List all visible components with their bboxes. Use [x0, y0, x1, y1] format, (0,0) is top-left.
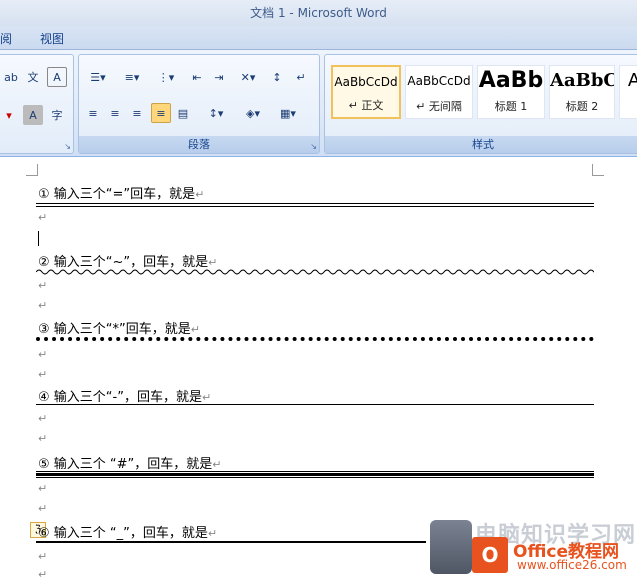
paragraph-mark: ↵: [38, 211, 48, 224]
align-center-icon[interactable]: ≡: [105, 103, 125, 123]
style-name: ↵ 正文: [348, 99, 384, 112]
paragraph-mark: ↵: [38, 550, 48, 563]
bullets-icon[interactable]: ☰▾: [83, 67, 113, 87]
paragraph-mark: ↵: [38, 299, 48, 312]
text-cursor: [38, 231, 39, 246]
watermark-url: www.office26.com: [517, 558, 627, 572]
clear-format-icon[interactable]: ab: [1, 67, 21, 87]
style-sample: AaBbC: [550, 70, 614, 91]
double-line-rule: [36, 203, 594, 207]
thin-line-rule: [36, 404, 594, 405]
character-border-icon[interactable]: A: [47, 67, 67, 87]
styles-group: AaBbCcDd ↵ 正文 AaBbCcDd ↵ 无间隔 AaBb 标题 1 A…: [324, 54, 637, 154]
line-text: ④ 输入三个“-”，回车，就是: [38, 390, 202, 405]
dotted-line-rule: [36, 337, 594, 341]
increase-indent-icon[interactable]: ⇥: [209, 67, 229, 87]
style-sample: A: [627, 70, 637, 91]
margin-corner-mark: [592, 164, 604, 176]
paragraph-group-label: 段落: [79, 136, 319, 153]
style-no-spacing[interactable]: AaBbCcDd ↵ 无间隔: [405, 65, 473, 119]
ribbon: ab 文 A ▾ A 字 ↘ ☰▾ ≡▾ ⋮▾ ⇤ ⇥ ✕▾ ↕ ↵ ≡ ≡ ≡…: [0, 50, 637, 157]
style-name: 标题 1: [494, 100, 528, 113]
style-normal[interactable]: AaBbCcDd ↵ 正文: [331, 65, 401, 119]
character-shading-icon[interactable]: A: [23, 105, 43, 125]
monitor-logo-icon: [430, 520, 472, 574]
site-watermark: 电脑知识学习网 O Office教程网 www.office26.com: [425, 517, 637, 581]
title-bar: 文档 1 - Microsoft Word: [0, 0, 637, 26]
thick-line-rule: [36, 541, 426, 543]
office-logo-icon: O: [472, 537, 508, 573]
sort-icon[interactable]: ↕: [267, 67, 287, 87]
styles-group-label: 样式: [325, 136, 637, 153]
line-text: ① 输入三个“=”回车，就是: [38, 187, 196, 202]
paragraph-mark: ↵: [190, 323, 200, 336]
multilevel-list-icon[interactable]: ⋮▾: [151, 67, 181, 87]
style-title[interactable]: A: [619, 65, 637, 119]
font-group: ab 文 A ▾ A 字 ↘: [0, 54, 74, 154]
paragraph-mark: ↵: [38, 568, 48, 581]
window-title: 文档 1 - Microsoft Word: [250, 6, 387, 20]
align-left-icon[interactable]: ≡: [83, 103, 103, 123]
paragraph-mark: ↵: [201, 391, 212, 404]
paragraph-mark: ↵: [38, 412, 48, 425]
align-right-icon[interactable]: ≡: [127, 103, 147, 123]
menu-view[interactable]: 视图: [40, 30, 64, 47]
margin-corner-mark: [26, 164, 38, 176]
enclose-characters-icon[interactable]: 字: [47, 105, 67, 125]
paragraph-mark: ↵: [212, 458, 222, 471]
font-color-icon[interactable]: ▾: [0, 105, 19, 125]
style-sample: AaBb: [478, 68, 544, 93]
style-heading-1[interactable]: AaBb 标题 1: [477, 65, 545, 119]
line-text: ③ 输入三个“*”回车，就是: [38, 322, 191, 337]
paragraph-mark: ↵: [207, 527, 218, 540]
document-line[interactable]: ④ 输入三个“-”，回车，就是↵: [38, 386, 211, 405]
paragraph-mark: ↵: [38, 502, 48, 515]
document-line[interactable]: ③ 输入三个“*”回车，就是↵: [38, 318, 200, 337]
justify-icon[interactable]: ≡: [151, 103, 171, 123]
phonetic-guide-icon[interactable]: 文: [23, 67, 43, 87]
line-text: ⑥ 输入三个 “_”，回车，就是: [38, 526, 208, 541]
paragraph-mark: ↵: [38, 279, 48, 292]
line-text: ⑤ 输入三个 “#”，回车，就是: [38, 457, 213, 472]
line-spacing-icon[interactable]: ↕▾: [201, 103, 231, 123]
style-name: ↵ 无间隔: [416, 100, 462, 113]
decrease-indent-icon[interactable]: ⇤: [187, 67, 207, 87]
wavy-line-rule: [36, 269, 594, 275]
menu-review[interactable]: 阅: [0, 30, 12, 47]
font-dialog-launcher-icon[interactable]: ↘: [64, 142, 71, 151]
paragraph-mark: ↵: [38, 482, 48, 495]
paragraph-mark: ↵: [38, 368, 48, 381]
document-line[interactable]: ⑤ 输入三个 “#”，回车，就是↵: [38, 453, 222, 472]
document-line[interactable]: ⑥ 输入三个 “_”，回车，就是↵: [38, 522, 217, 541]
document-line[interactable]: ① 输入三个“=”回车，就是↵: [38, 183, 204, 202]
style-heading-2[interactable]: AaBbC 标题 2: [549, 65, 615, 119]
paragraph-group: ☰▾ ≡▾ ⋮▾ ⇤ ⇥ ✕▾ ↕ ↵ ≡ ≡ ≡ ≡ ▤ ↕▾ ◈▾ ▦▾ 段…: [78, 54, 320, 154]
style-sample: AaBbCcDd: [334, 75, 398, 89]
paragraph-mark: ↵: [38, 348, 48, 361]
borders-icon[interactable]: ▦▾: [273, 103, 303, 123]
shading-icon[interactable]: ◈▾: [237, 103, 269, 123]
menu-bar: 阅 视图: [0, 26, 637, 50]
paragraph-dialog-launcher-icon[interactable]: ↘: [310, 142, 317, 151]
style-sample: AaBbCcDd: [407, 74, 471, 88]
numbering-icon[interactable]: ≡▾: [117, 67, 147, 87]
paragraph-mark: ↵: [38, 432, 48, 445]
style-name: 标题 2: [565, 100, 599, 113]
asian-layout-icon[interactable]: ✕▾: [233, 67, 263, 87]
show-marks-icon[interactable]: ↵: [291, 67, 311, 87]
triple-line-rule: [36, 471, 594, 479]
paragraph-mark: ↵: [195, 188, 205, 201]
distributed-icon[interactable]: ▤: [173, 103, 193, 123]
